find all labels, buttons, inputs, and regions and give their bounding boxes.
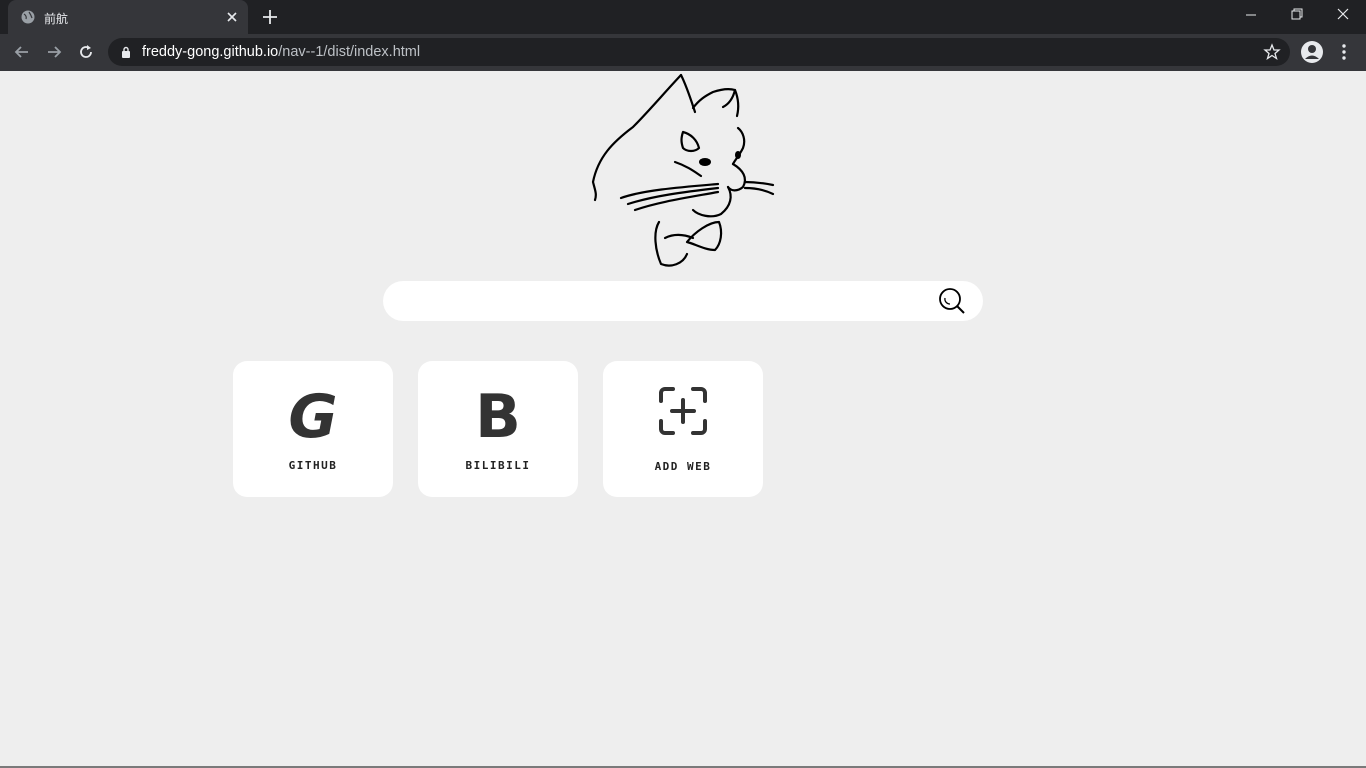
site-label: GITHUB — [288, 459, 338, 472]
site-letter: B — [475, 382, 521, 452]
lock-icon — [122, 46, 130, 58]
close-icon[interactable] — [224, 9, 240, 25]
url-text: freddy-gong.github.io/nav--1/dist/index.… — [142, 44, 420, 60]
add-web-label: ADD WEB — [654, 460, 712, 473]
minimize-icon[interactable] — [1228, 0, 1274, 32]
forward-icon[interactable] — [44, 42, 64, 62]
search-bar — [383, 281, 983, 323]
site-label: BILIBILI — [465, 459, 531, 472]
tab-title: 前航 — [44, 12, 69, 26]
star-icon[interactable] — [1263, 43, 1281, 61]
profile-icon[interactable] — [1300, 40, 1324, 64]
url-host: freddy-gong.github.io — [142, 44, 279, 60]
restore-icon[interactable] — [1274, 0, 1320, 32]
add-icon — [659, 387, 707, 435]
add-web-button[interactable]: ADD WEB — [603, 361, 763, 497]
browser-chrome: 前航 freddy-gong.github.io/nav--1/dist/ind… — [0, 0, 1366, 71]
globe-icon — [21, 10, 35, 24]
toolbar: freddy-gong.github.io/nav--1/dist/index.… — [0, 34, 1366, 71]
cat-logo — [591, 73, 775, 267]
plus-icon[interactable] — [261, 8, 279, 26]
menu-icon[interactable] — [1334, 42, 1354, 62]
site-card-bilibili[interactable]: B BILIBILI — [418, 361, 578, 497]
site-letter: G — [288, 382, 338, 452]
search-input[interactable] — [403, 281, 937, 323]
url-path: /nav--1/dist/index.html — [278, 44, 421, 60]
address-bar[interactable]: freddy-gong.github.io/nav--1/dist/index.… — [108, 38, 1290, 66]
reload-icon[interactable] — [76, 42, 96, 62]
tab-strip: 前航 — [0, 0, 1366, 34]
tab-active[interactable]: 前航 — [8, 0, 248, 34]
back-icon[interactable] — [12, 42, 32, 62]
close-window-icon[interactable] — [1320, 0, 1366, 32]
search-icon[interactable] — [938, 287, 966, 315]
site-card-github[interactable]: G GITHUB — [233, 361, 393, 497]
